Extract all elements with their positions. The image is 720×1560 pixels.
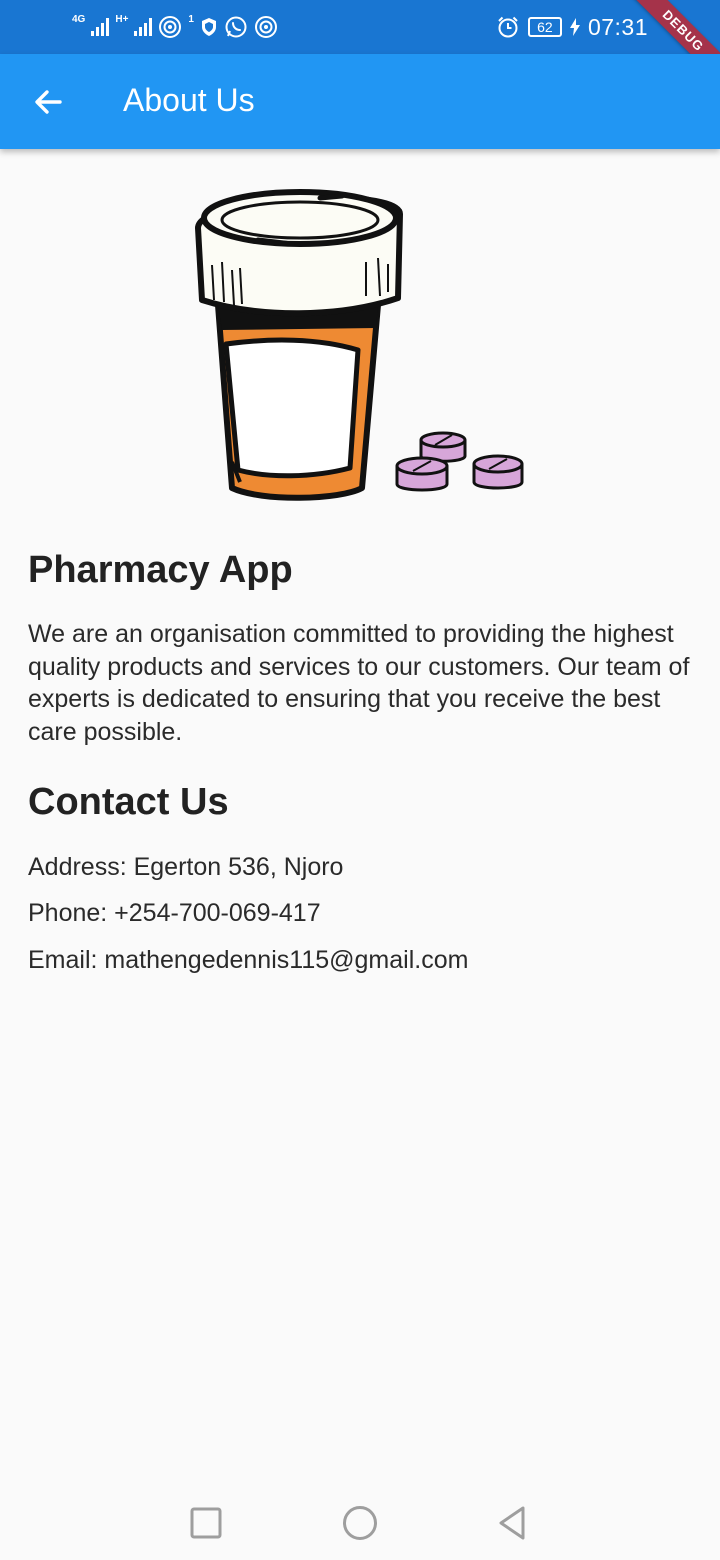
pill-icon [472,454,524,490]
signal-strength-icon [91,18,110,36]
battery-level: 62 [527,17,562,37]
hotspot-count: 1 [188,14,194,25]
status-left-group: 4G H+ 1 [72,12,278,42]
charging-bolt-icon [569,18,580,36]
alarm-clock-icon [498,16,518,38]
signal-strength-icon-2 [134,18,153,36]
system-back-button[interactable] [487,1498,537,1548]
app-bar: About Us [0,54,720,149]
about-heading: Pharmacy App [28,549,293,591]
contact-address: Address: Egerton 536, Njoro [28,853,344,881]
status-time: 07:31 [587,13,648,40]
home-button[interactable] [335,1498,385,1548]
hotspot-icon [159,16,182,38]
status-right-group: 62 07:31 [496,12,648,42]
network-type-label: 4G [72,14,86,25]
contact-phone: Phone: +254-700-069-417 [28,899,321,927]
home-circle-icon [343,1506,377,1540]
system-nav-bar [0,1478,720,1560]
back-triangle-icon [499,1506,525,1540]
status-bar: 4G H+ 1 62 07:31 [0,0,720,54]
whatsapp-icon [225,16,247,38]
hotspot-icon-2 [254,16,277,38]
contact-email: Email: mathengedennis115@gmail.com [28,946,469,974]
pill-icon [395,456,449,492]
shield-icon [201,18,216,36]
network-type-label-2: H+ [115,14,129,25]
contact-heading: Contact Us [28,781,229,823]
about-description: We are an organisation committed to prov… [28,620,690,746]
recents-square-icon [190,1507,222,1539]
recents-button[interactable] [181,1498,231,1548]
pill-bottle-illustration [195,189,524,501]
back-button[interactable] [18,72,78,132]
arrow-back-icon [35,90,62,114]
page-title: About Us [123,82,255,118]
